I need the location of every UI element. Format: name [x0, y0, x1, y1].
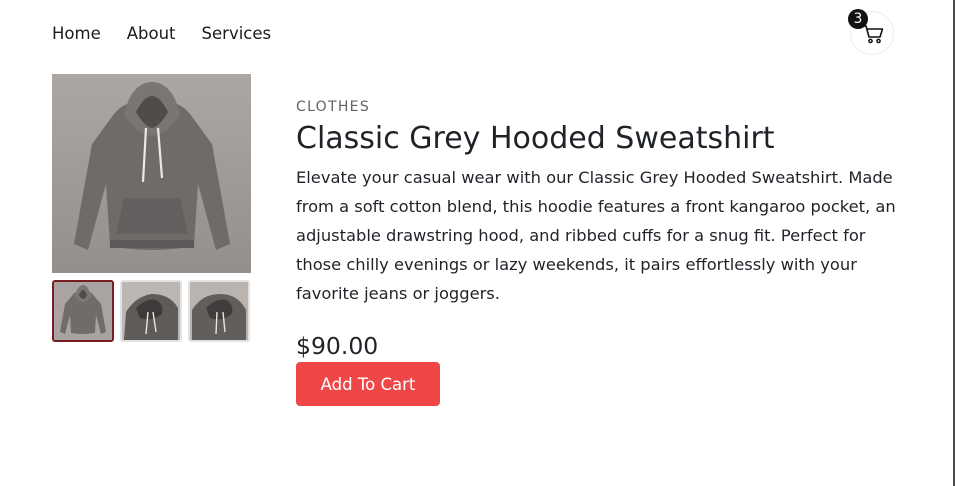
product-main-image: [52, 74, 251, 273]
product-price: $90.00: [296, 332, 379, 360]
product-title: Classic Grey Hooded Sweatshirt: [296, 121, 775, 156]
nav-home-link[interactable]: Home: [52, 22, 101, 46]
nav-services-link[interactable]: Services: [202, 22, 272, 46]
cart-count-badge: 3: [848, 9, 868, 29]
thumbnail-strip: [52, 280, 250, 342]
nav-about-link[interactable]: About: [127, 22, 176, 46]
cart-button[interactable]: 3: [848, 9, 894, 55]
add-to-cart-button[interactable]: Add To Cart: [296, 362, 440, 406]
main-nav: Home About Services: [52, 22, 271, 46]
product-category: CLOTHES: [296, 99, 371, 115]
thumbnail-2[interactable]: [120, 280, 182, 342]
cart-icon: [862, 25, 884, 44]
thumbnail-3[interactable]: [188, 280, 250, 342]
thumbnail-1[interactable]: [52, 280, 114, 342]
product-info: CLOTHES Classic Grey Hooded Sweatshirt E…: [296, 97, 896, 308]
product-description: Elevate your casual wear with our Classi…: [296, 168, 896, 303]
